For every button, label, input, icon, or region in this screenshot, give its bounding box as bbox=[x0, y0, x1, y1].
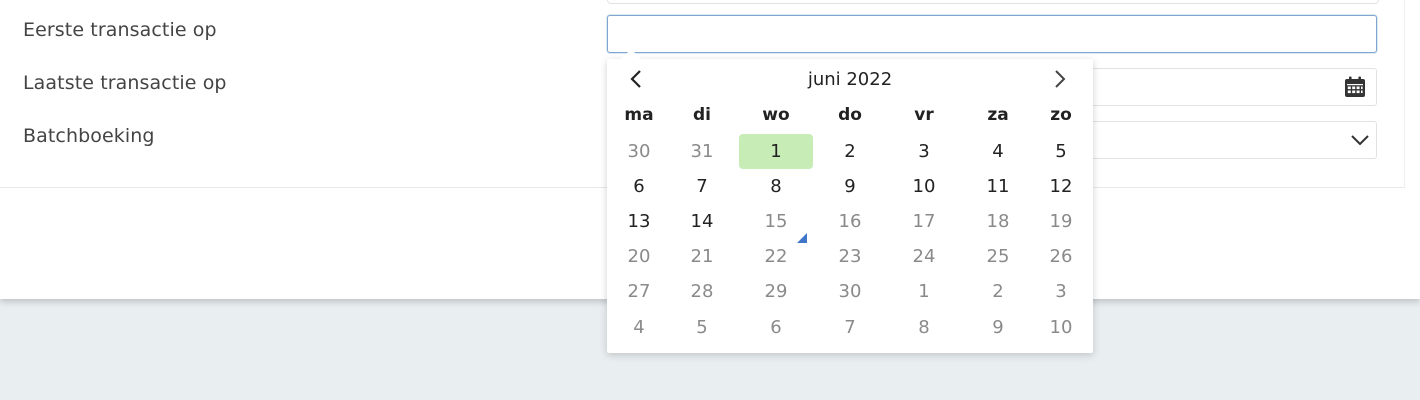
day-cell[interactable]: 28 bbox=[665, 274, 739, 309]
day-cell[interactable]: 29 bbox=[739, 274, 813, 309]
day-cell[interactable]: 14 bbox=[665, 204, 739, 239]
calendar-icon[interactable] bbox=[1343, 75, 1367, 103]
day-cell[interactable]: 31 bbox=[665, 134, 739, 169]
batch-label: Batchboeking bbox=[23, 125, 155, 147]
day-cell[interactable]: 7 bbox=[813, 310, 887, 345]
datepicker-pointer bbox=[621, 49, 641, 59]
weekday-header: do bbox=[838, 105, 862, 125]
day-cell[interactable]: 23 bbox=[813, 239, 887, 274]
weekday-header: wo bbox=[762, 105, 790, 125]
day-cell[interactable]: 8 bbox=[739, 169, 813, 204]
day-cell[interactable]: 19 bbox=[1024, 204, 1098, 239]
last-transaction-label: Laatste transactie op bbox=[23, 72, 227, 94]
day-cell[interactable]: 12 bbox=[1024, 169, 1098, 204]
weekday-header: zo bbox=[1050, 105, 1072, 125]
day-cell[interactable]: 22 bbox=[739, 239, 813, 274]
chevron-down-icon[interactable] bbox=[1350, 132, 1370, 152]
weekday-header: vr bbox=[914, 105, 934, 125]
day-cell[interactable]: 5 bbox=[1024, 134, 1098, 169]
day-cell[interactable]: 5 bbox=[665, 310, 739, 345]
day-cell[interactable]: 8 bbox=[887, 310, 961, 345]
day-cell[interactable]: 10 bbox=[1024, 310, 1098, 345]
day-cell-selected[interactable]: 1 bbox=[739, 134, 813, 169]
datepicker-popup: juni 2022 ma di wo do vr za zo 30 31 1 2 3 4 5 6 7 8 9 10 1… bbox=[607, 49, 1093, 353]
day-cell[interactable]: 10 bbox=[887, 169, 961, 204]
previous-field-edge bbox=[607, 0, 1379, 4]
day-cell[interactable]: 9 bbox=[813, 169, 887, 204]
day-cell[interactable]: 1 bbox=[887, 274, 961, 309]
day-cell[interactable]: 21 bbox=[665, 239, 739, 274]
weekday-header: di bbox=[693, 105, 711, 125]
day-cell[interactable]: 7 bbox=[665, 169, 739, 204]
day-cell[interactable]: 26 bbox=[1024, 239, 1098, 274]
day-cell[interactable]: 6 bbox=[739, 310, 813, 345]
day-cell[interactable]: 17 bbox=[887, 204, 961, 239]
day-cell[interactable]: 30 bbox=[813, 274, 887, 309]
day-cell[interactable]: 3 bbox=[887, 134, 961, 169]
day-cell[interactable]: 24 bbox=[887, 239, 961, 274]
day-cell[interactable]: 2 bbox=[813, 134, 887, 169]
first-transaction-label: Eerste transactie op bbox=[23, 19, 217, 41]
first-transaction-input[interactable] bbox=[607, 15, 1377, 53]
datepicker-grid: ma di wo do vr za zo 30 31 1 2 3 4 5 6 7 8 9 10 11 12 13 14 15 1… bbox=[607, 59, 1093, 353]
day-cell[interactable]: 3 bbox=[1024, 274, 1098, 309]
day-cell[interactable]: 16 bbox=[813, 204, 887, 239]
